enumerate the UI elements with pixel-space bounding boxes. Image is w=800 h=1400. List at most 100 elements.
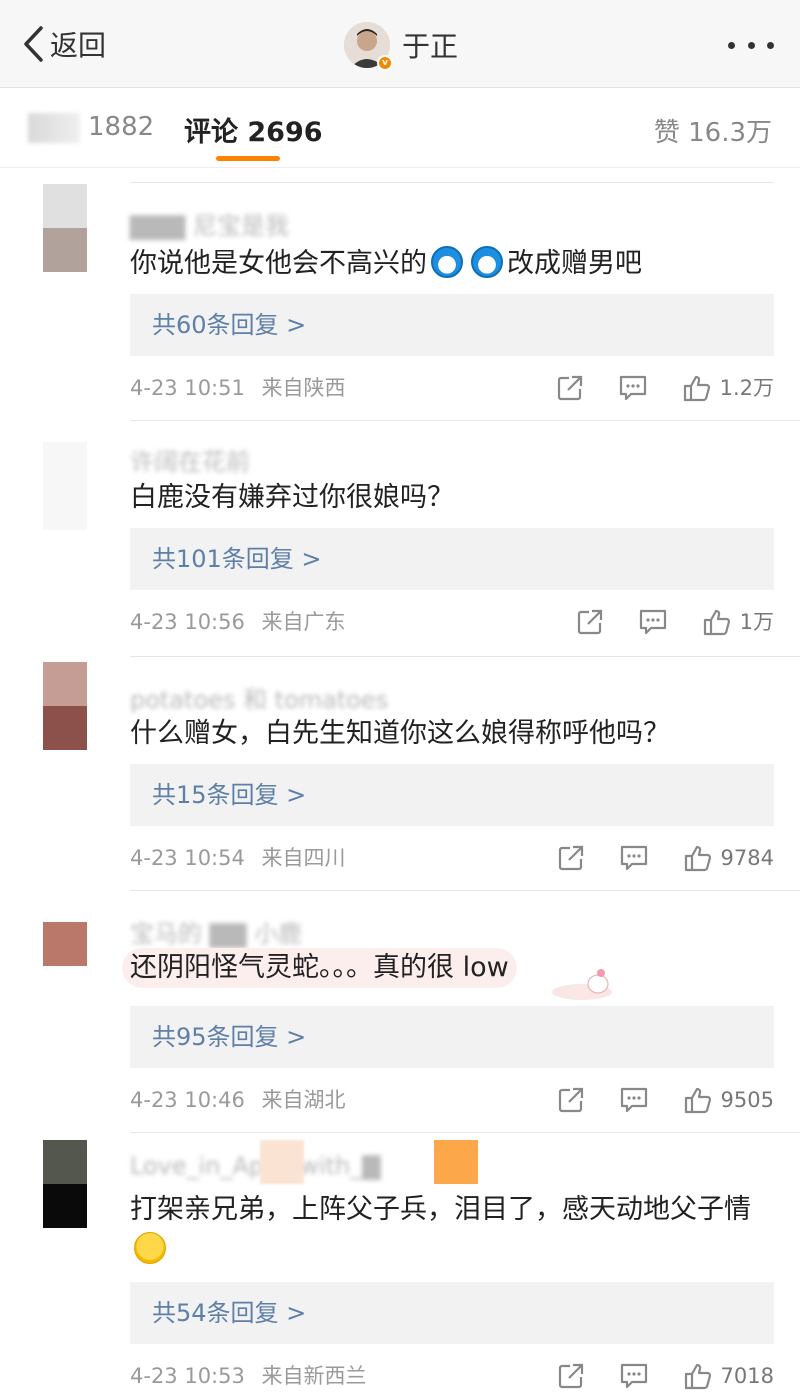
- comment-item: potatoes 和 tomatoes 什么赠女，白先生知道你这么娘得称呼他吗？…: [0, 656, 800, 890]
- doraemon-emoji-icon: [471, 245, 503, 278]
- like-count: 7018: [720, 1364, 774, 1388]
- like-button[interactable]: 7018: [683, 1358, 774, 1394]
- comment-location: 来自湖北: [261, 1088, 346, 1112]
- share-icon: [558, 1087, 583, 1113]
- share-icon: [558, 845, 583, 871]
- view-replies-link[interactable]: 共60条回复 >: [130, 294, 774, 356]
- thumbs-up-icon: [684, 1087, 711, 1114]
- comment-location: 来自陕西: [261, 376, 346, 400]
- view-replies-link[interactable]: 共95条回复 >: [130, 1006, 774, 1068]
- tab-likes[interactable]: 赞 16.3万: [654, 112, 772, 149]
- comment-item: ▇▇▇ 尼宝是我 你说他是女他会不高兴的 改成赠男吧 共60条回复 > 4-23 …: [0, 168, 800, 420]
- commenter-avatar[interactable]: [43, 662, 87, 750]
- thumbs-up-icon: [703, 609, 730, 636]
- comment-text: 什么赠女，白先生知道你这么娘得称呼他吗？: [130, 718, 670, 749]
- divider: [130, 420, 800, 421]
- commenter-avatar[interactable]: [43, 442, 87, 530]
- cat-sticker-icon: [552, 969, 612, 1000]
- commenter-name[interactable]: ▇▇▇ 尼宝是我: [130, 206, 289, 241]
- divider: [130, 890, 800, 891]
- comment-icon: [620, 1087, 647, 1113]
- commenter-name[interactable]: 宝马的 ▇▇ 小鹿: [130, 914, 302, 949]
- like-button[interactable]: 9784: [683, 840, 774, 876]
- like-button[interactable]: 1万: [702, 604, 774, 640]
- tab-comments[interactable]: 评论 2696: [184, 110, 323, 149]
- post-tabs: 1882 评论 2696 赞 16.3万: [0, 88, 800, 168]
- comment-item: Love_in_April_with_▇ 打架亲兄弟，上阵父子兵，泪目了，感天动…: [0, 1132, 800, 1400]
- reply-button[interactable]: [618, 374, 648, 402]
- comment-time: 4-23 10:46: [130, 1088, 245, 1112]
- comment-meta: 4-23 10:56 来自广东 1万: [130, 604, 774, 640]
- comment-meta: 4-23 10:46 来自湖北 9505: [130, 1082, 774, 1118]
- comment-location: 来自新西兰: [261, 1364, 367, 1388]
- like-count: 9505: [720, 1088, 774, 1112]
- crying-face-emoji-icon: [134, 1231, 166, 1264]
- reply-button[interactable]: [619, 1362, 649, 1390]
- blurred-badge: [434, 1140, 478, 1184]
- more-dot-icon: [747, 41, 755, 49]
- back-label: 返回: [50, 29, 107, 62]
- comment-time: 4-23 10:53: [130, 1364, 245, 1388]
- view-replies-link[interactable]: 共54条回复 >: [130, 1282, 774, 1344]
- more-options-button[interactable]: [728, 38, 774, 52]
- like-count: 1万: [739, 610, 774, 634]
- reply-button[interactable]: [619, 1086, 649, 1114]
- reply-button[interactable]: [619, 844, 649, 872]
- author-avatar[interactable]: v: [344, 22, 393, 71]
- comment-icon: [639, 609, 666, 635]
- view-replies-link[interactable]: 共15条回复 >: [130, 764, 774, 826]
- comment-bubble: 还阴阳怪气灵蛇。。。真的很 low: [122, 948, 517, 988]
- divider: [130, 182, 774, 183]
- commenter-avatar[interactable]: [43, 184, 87, 272]
- tab-repost[interactable]: 1882: [28, 112, 154, 143]
- comment-meta: 4-23 10:54 来自四川 9784: [130, 840, 774, 876]
- top-nav-bar: 返回 v 于正: [0, 0, 800, 88]
- like-count: 9784: [720, 846, 774, 870]
- comment-time: 4-23 10:56: [130, 610, 245, 634]
- commenter-avatar[interactable]: [43, 922, 87, 966]
- comment-icon: [620, 1363, 647, 1389]
- verified-badge: v: [377, 55, 393, 71]
- commenter-avatar[interactable]: [43, 1140, 87, 1228]
- blurred-label: [28, 112, 80, 143]
- like-count: 1.2万: [719, 376, 774, 400]
- comment-time: 4-23 10:54: [130, 846, 245, 870]
- thumbs-up-icon: [683, 375, 710, 402]
- share-button[interactable]: [576, 608, 604, 636]
- comment-text: 你说他是女他会不高兴的 改成赠男吧: [130, 244, 774, 284]
- comment-icon: [620, 845, 647, 871]
- comment-location: 来自广东: [261, 610, 346, 634]
- like-button[interactable]: 9505: [683, 1082, 774, 1118]
- comment-icon: [619, 375, 646, 401]
- divider: [130, 656, 800, 657]
- more-dot-icon: [767, 41, 774, 49]
- author-name: 于正: [402, 30, 459, 63]
- comment-text: 打架亲兄弟，上阵父子兵，泪目了，感天动地父子情: [130, 1190, 774, 1270]
- comment-text: 还阴阳怪气灵蛇。。。真的很 low: [122, 948, 774, 988]
- comment-location: 来自四川: [261, 846, 346, 870]
- reply-button[interactable]: [638, 608, 668, 636]
- commenter-name[interactable]: potatoes 和 tomatoes: [130, 680, 388, 715]
- doraemon-emoji-icon: [431, 245, 463, 278]
- commenter-name[interactable]: 许阔在花前: [130, 442, 250, 477]
- like-button[interactable]: 1.2万: [682, 370, 774, 406]
- more-dot-icon: [728, 41, 735, 49]
- comment-item: 许阔在花前 白鹿没有嫌弃过你很娘吗？ 共101条回复 > 4-23 10:56 …: [0, 420, 800, 656]
- share-button[interactable]: [556, 374, 584, 402]
- share-icon: [558, 1363, 583, 1389]
- commenter-name[interactable]: Love_in_April_with_▇: [130, 1152, 381, 1180]
- comment-text: 白鹿没有嫌弃过你很娘吗？: [130, 482, 454, 513]
- chevron-left-icon: [24, 26, 43, 62]
- comment-item: 宝马的 ▇▇ 小鹿 还阴阳怪气灵蛇。。。真的很 low 共95条回复 > 4-2…: [0, 890, 800, 1132]
- divider: [130, 1132, 800, 1133]
- comment-time: 4-23 10:51: [130, 376, 245, 400]
- share-button[interactable]: [557, 844, 585, 872]
- back-button[interactable]: 返回: [22, 24, 106, 64]
- thumbs-up-icon: [684, 845, 711, 872]
- share-button[interactable]: [557, 1086, 585, 1114]
- comment-meta: 4-23 10:53 来自新西兰 7018: [130, 1358, 774, 1394]
- view-replies-link[interactable]: 共101条回复 >: [130, 528, 774, 590]
- repost-count: 1882: [88, 112, 155, 142]
- author-header[interactable]: v 于正: [344, 22, 459, 71]
- share-button[interactable]: [557, 1362, 585, 1390]
